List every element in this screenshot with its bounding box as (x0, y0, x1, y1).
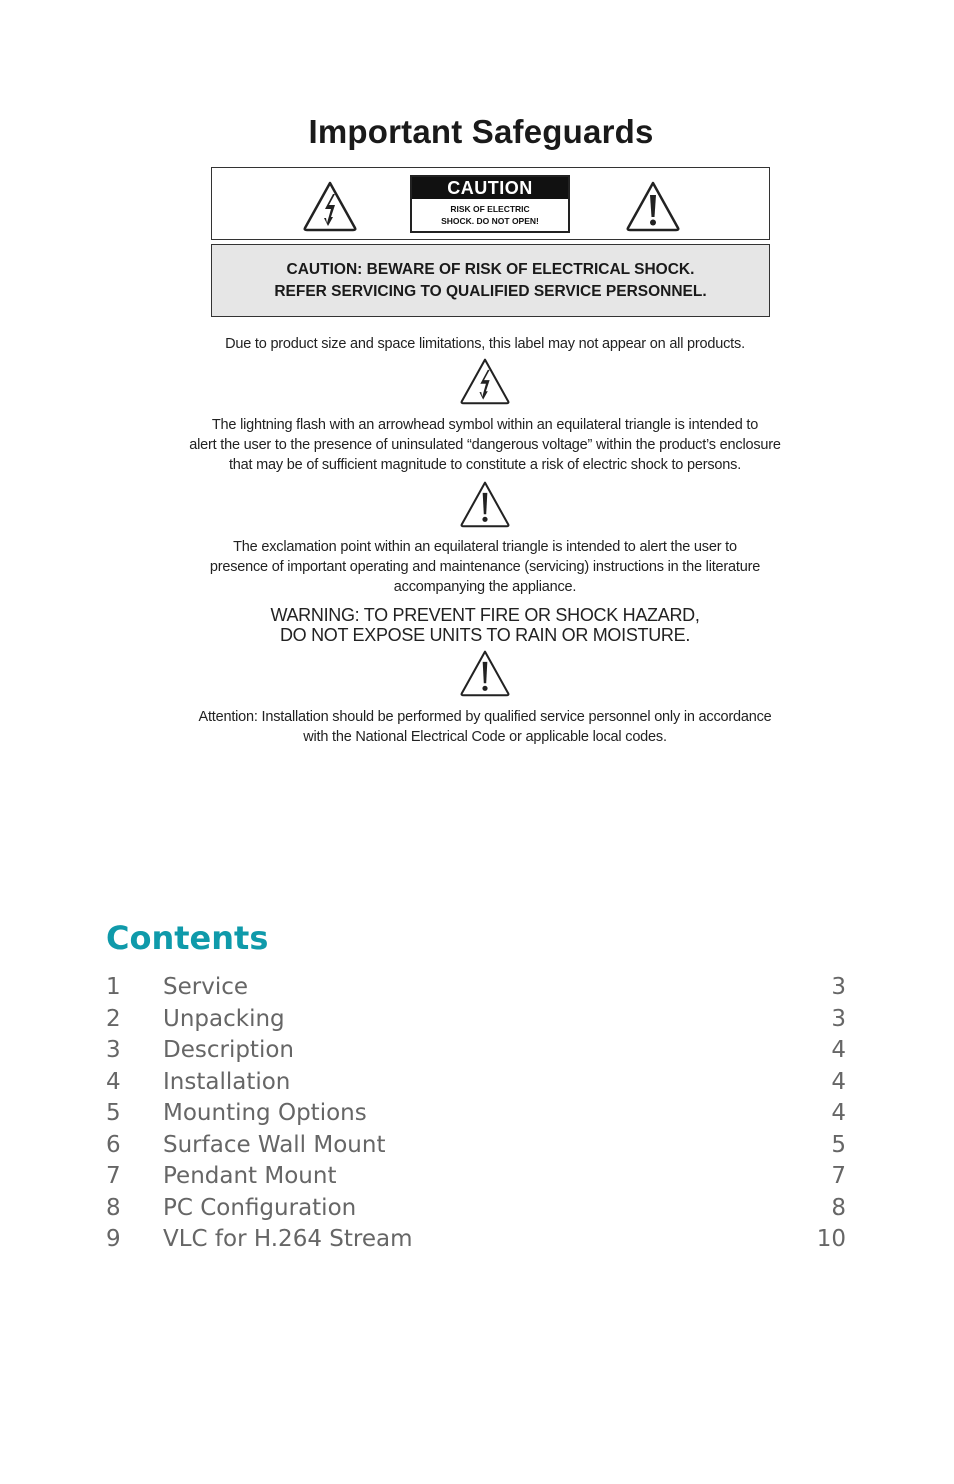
toc-entry-label: Service (163, 974, 249, 1000)
caution-badge-line1: RISK OF ELECTRIC (450, 204, 530, 214)
lightning-description: The lightning flash with an arrowhead sy… (150, 415, 820, 475)
toc-entry[interactable]: 3 Description 4 (106, 1035, 846, 1067)
toc-entry[interactable]: 4 Installation 4 (106, 1067, 846, 1099)
lightning-warning-triangle-icon (459, 356, 511, 411)
toc-entry-page: 4 (831, 1068, 846, 1095)
caution-badge-heading: CAUTION (412, 177, 568, 199)
toc-entry-page: 4 (831, 1100, 846, 1126)
toc-entry[interactable]: 1 Service 3 (106, 972, 846, 1004)
lightning-description-line3: that may be of sufficient magnitude to c… (228, 457, 742, 473)
toc-entry[interactable]: 9 VLC for H.264 Stream 10 (106, 1224, 846, 1256)
toc-entry-label: VLC for H.264 Stream (163, 1226, 413, 1252)
toc-entry-label: Description (163, 1037, 294, 1063)
caution-badge-line2: SHOCK. DO NOT OPEN! (441, 216, 539, 226)
toc-entry-number: 9 (106, 1226, 121, 1252)
caution-banner: CAUTION: BEWARE OF RISK OF ELECTRICAL SH… (211, 244, 770, 317)
toc-entry-number: 1 (106, 974, 121, 1000)
banner-line2: REFER SERVICING TO QUALIFIED SERVICE PER… (274, 283, 707, 300)
toc-entry-label: Pendant Mount (163, 1163, 337, 1189)
toc-entry-number: 8 (106, 1194, 121, 1221)
exclamation-description-line1: The exclamation point within an equilate… (233, 539, 737, 555)
toc-entry-number: 4 (106, 1068, 121, 1095)
caution-badge: CAUTION RISK OF ELECTRIC SHOCK. DO NOT O… (410, 175, 570, 233)
toc-entry[interactable]: 6 Surface Wall Mount 5 (106, 1130, 846, 1162)
toc-entry-number: 6 (106, 1131, 121, 1158)
lightning-description-line2: alert the user to the presence of uninsu… (189, 437, 781, 453)
toc-entry-page: 4 (831, 1037, 846, 1063)
lightning-warning-triangle-icon (302, 180, 358, 232)
toc-entry[interactable]: 8 PC Configuration 8 (106, 1193, 846, 1225)
warning-line2: DO NOT EXPOSE UNITS TO RAIN OR MOISTURE. (279, 625, 691, 645)
toc-entry-label: Mounting Options (163, 1100, 367, 1126)
exclamation-warning-triangle-icon (459, 648, 511, 703)
toc-entry-page: 5 (831, 1131, 846, 1158)
exclamation-description: The exclamation point within an equilate… (150, 537, 820, 597)
toc-entry-label: Installation (163, 1068, 291, 1095)
toc-entry-number: 5 (106, 1100, 121, 1126)
exclamation-description-line2: presence of important operating and main… (209, 559, 761, 575)
attention-line2: with the National Electrical Code or app… (303, 729, 667, 745)
contents-title: Contents (106, 919, 269, 957)
warning-text: WARNING: TO PREVENT FIRE OR SHOCK HAZARD… (150, 605, 820, 645)
toc-entry-page: 10 (816, 1226, 846, 1252)
toc-entry-label: Surface Wall Mount (163, 1131, 386, 1158)
attention-text: Attention: Installation should be perfor… (150, 707, 820, 747)
toc-entry-page: 7 (831, 1163, 846, 1189)
toc-entry-number: 7 (106, 1163, 121, 1189)
exclamation-warning-triangle-icon (625, 180, 681, 232)
lightning-description-line1: The lightning flash with an arrowhead sy… (211, 417, 759, 433)
banner-line1: CAUTION: BEWARE OF RISK OF ELECTRICAL SH… (286, 261, 695, 278)
toc-entry-page: 8 (831, 1194, 846, 1221)
toc-entry-number: 2 (106, 1005, 121, 1032)
exclamation-description-line3: accompanying the appliance. (393, 579, 577, 595)
toc-entry-number: 3 (106, 1037, 121, 1063)
label-note: Due to product size and space limitation… (225, 336, 745, 352)
caution-label-box: CAUTION RISK OF ELECTRIC SHOCK. DO NOT O… (211, 167, 770, 240)
safeguards-title: Important Safeguards (308, 113, 654, 150)
attention-line1: Attention: Installation should be perfor… (198, 709, 772, 725)
toc-entry-label: PC Configuration (163, 1194, 357, 1221)
toc-entry-label: Unpacking (163, 1005, 285, 1032)
warning-line1: WARNING: TO PREVENT FIRE OR SHOCK HAZARD… (270, 605, 700, 625)
table-of-contents: 1 Service 3 2 Unpacking 3 3 Description 4 4 Instal… (106, 972, 846, 1256)
toc-entry[interactable]: 2 Unpacking 3 (106, 1004, 846, 1036)
toc-entry[interactable]: 5 Mounting Options 4 (106, 1098, 846, 1130)
toc-entry[interactable]: 7 Pendant Mount 7 (106, 1161, 846, 1193)
exclamation-warning-triangle-icon (459, 479, 511, 534)
toc-entry-page: 3 (831, 974, 846, 1000)
toc-entry-page: 3 (831, 1005, 846, 1032)
